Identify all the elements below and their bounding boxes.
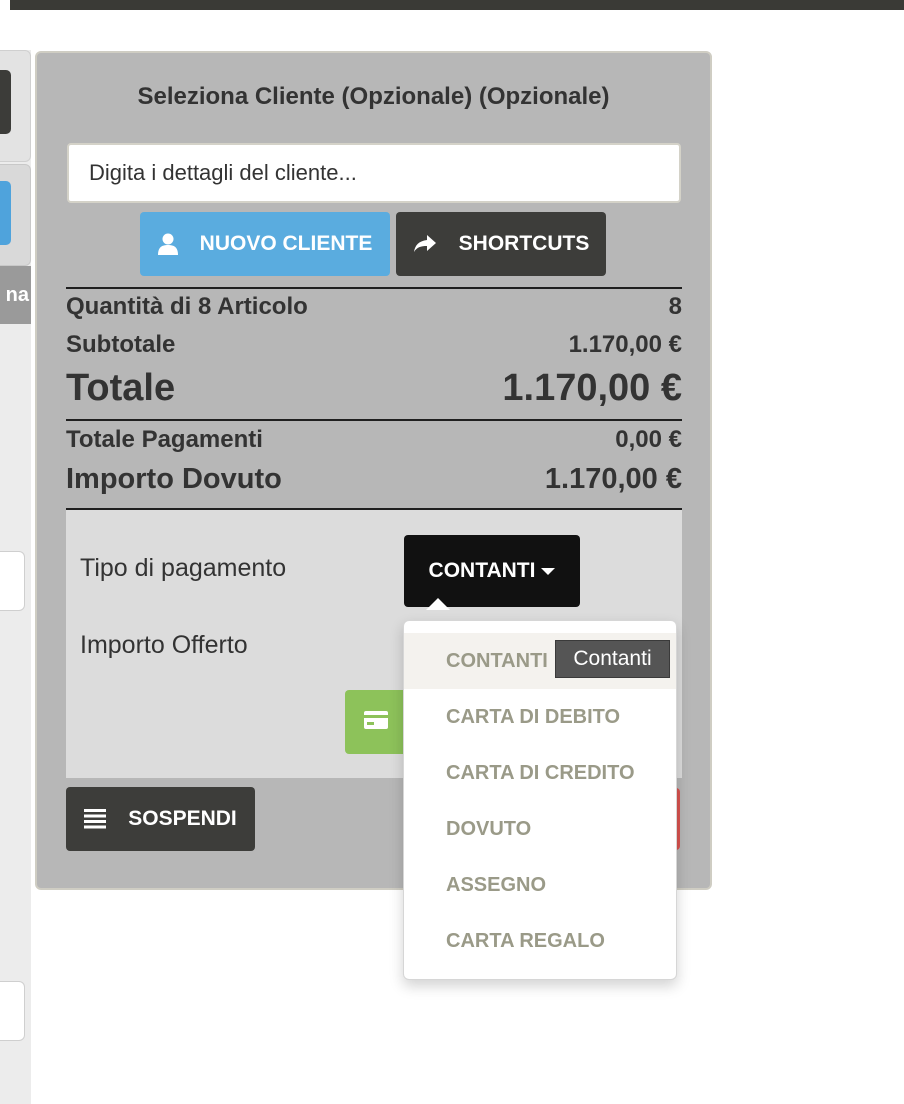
left-input-fragment-2[interactable]	[0, 981, 25, 1041]
share-arrow-icon	[413, 234, 437, 254]
caret-down-icon	[541, 567, 556, 575]
payments-value: 0,00 €	[615, 426, 682, 453]
left-tag-label: na	[0, 266, 31, 324]
menu-item-carta-regalo[interactable]: CARTA REGALO	[404, 913, 676, 969]
menu-item-carta-di-credito[interactable]: CARTA DI CREDITO	[404, 745, 676, 801]
new-customer-button[interactable]: NUOVO CLIENTE	[140, 212, 390, 276]
amount-due-value: 1.170,00 €	[544, 463, 682, 495]
items-label: Quantità di 8 Articolo	[66, 293, 308, 320]
menu-item-assegno[interactable]: ASSEGNO	[404, 857, 676, 913]
menu-item-carta-di-debito[interactable]: CARTA DI DEBITO	[404, 689, 676, 745]
divider-top	[66, 287, 682, 289]
subtotal-row: Subtotale 1.170,00 €	[66, 331, 682, 359]
amount-offered-label: Importo Offerto	[80, 631, 248, 659]
left-input-fragment[interactable]	[0, 551, 25, 611]
list-icon	[84, 808, 107, 830]
payment-type-dropdown-button[interactable]: CONTANTI	[404, 535, 580, 607]
total-row: Totale 1.170,00 €	[66, 367, 682, 410]
dropdown-pointer	[426, 598, 450, 610]
payment-type-label: Tipo di pagamento	[80, 554, 287, 582]
total-label: Totale	[66, 367, 176, 409]
customer-title: Seleziona Cliente (Opzionale) (Opzionale…	[137, 83, 610, 110]
payments-row: Totale Pagamenti 0,00 €	[66, 426, 682, 454]
tooltip: Contanti	[555, 640, 670, 678]
subtotal-label: Subtotale	[66, 331, 176, 358]
payments-label: Totale Pagamenti	[66, 426, 263, 453]
amount-due-row: Importo Dovuto 1.170,00 €	[66, 463, 682, 496]
add-payment-button[interactable]	[345, 690, 407, 754]
credit-card-icon	[364, 710, 388, 734]
menu-item-dovuto[interactable]: DOVUTO	[404, 801, 676, 857]
suspend-button[interactable]: SOSPENDI	[66, 787, 255, 851]
amount-due-label: Importo Dovuto	[66, 463, 282, 495]
customer-search-input[interactable]	[67, 143, 681, 203]
left-blue-button[interactable]	[0, 181, 11, 245]
top-bar-notch	[0, 0, 10, 10]
items-value: 8	[668, 293, 682, 320]
left-panel-fragment: na	[0, 50, 31, 1104]
left-dark-button[interactable]	[0, 70, 11, 134]
new-customer-label: NUOVO CLIENTE	[199, 232, 373, 255]
items-row: Quantità di 8 Articolo 8	[66, 293, 682, 321]
top-bar	[0, 0, 904, 10]
total-value: 1.170,00 €	[502, 367, 682, 409]
suspend-label: SOSPENDI	[128, 807, 237, 830]
divider-middle	[66, 419, 682, 421]
user-icon	[157, 233, 178, 255]
payment-type-selected: CONTANTI	[428, 559, 536, 582]
shortcuts-button[interactable]: SHORTCUTS	[396, 212, 606, 276]
shortcuts-label: SHORTCUTS	[458, 232, 590, 255]
subtotal-value: 1.170,00 €	[568, 331, 682, 358]
